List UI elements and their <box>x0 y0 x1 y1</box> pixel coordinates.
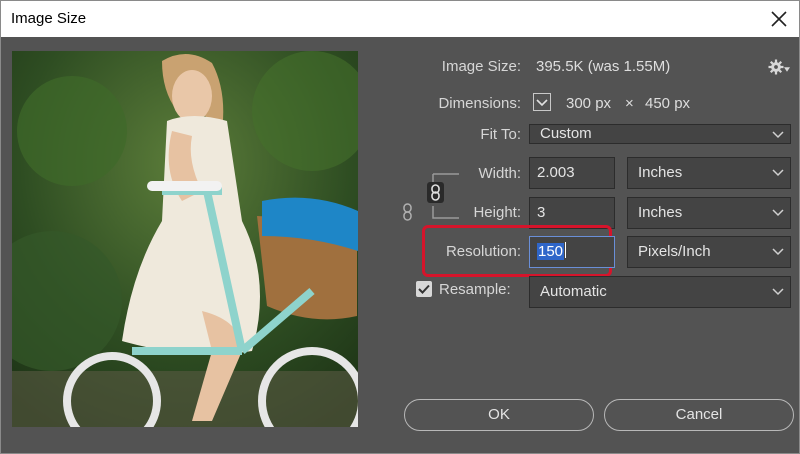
chain-link-icon <box>431 184 440 201</box>
close-icon <box>771 11 787 27</box>
chevron-down-icon <box>772 248 784 256</box>
link-icon <box>403 203 412 221</box>
chevron-down-icon <box>772 209 784 217</box>
dimensions-units-toggle[interactable] <box>533 93 551 111</box>
chevron-down-icon <box>536 99 548 107</box>
ok-button[interactable]: OK <box>404 399 594 431</box>
width-unit-select[interactable]: Inches <box>627 157 791 189</box>
resolution-unit-value: Pixels/Inch <box>638 243 711 260</box>
image-preview[interactable] <box>12 51 358 427</box>
dimensions-height: 450 px <box>645 95 691 112</box>
image-size-value: 395.5K (was 1.55M) <box>536 58 671 75</box>
image-size-dialog: Image Size Image Size: 395.5K (was 1.55M… <box>0 0 800 454</box>
height-unit-value: Inches <box>638 204 683 221</box>
checkmark-icon <box>418 284 430 294</box>
fit-to-label: Fit To: <box>480 126 521 143</box>
image-size-label: Image Size: <box>441 58 521 75</box>
dialog-title: Image Size <box>11 10 87 27</box>
resample-label: Resample: <box>439 281 511 298</box>
dropdown-caret-icon <box>784 67 790 72</box>
settings-gear-button[interactable] <box>767 58 790 76</box>
cancel-button[interactable]: Cancel <box>604 399 794 431</box>
preview-photo <box>12 51 358 427</box>
resolution-input[interactable]: 150 <box>529 236 615 268</box>
gear-icon <box>768 59 784 75</box>
width-input[interactable]: 2.003 <box>529 157 615 189</box>
close-button[interactable] <box>767 7 791 31</box>
dimensions-times: × <box>625 95 634 112</box>
width-unit-value: Inches <box>638 164 683 181</box>
width-value: 2.003 <box>537 164 575 181</box>
height-unit-select[interactable]: Inches <box>627 197 791 229</box>
resolution-label: Resolution: <box>445 243 521 260</box>
width-label: Width: <box>478 165 521 182</box>
height-label: Height: <box>473 204 521 221</box>
constrain-proportions-button[interactable] <box>427 182 444 203</box>
resample-checkbox[interactable] <box>416 281 432 297</box>
resample-method-value: Automatic <box>540 283 607 300</box>
chevron-down-icon <box>772 288 784 296</box>
fit-to-select[interactable]: Custom <box>529 124 791 144</box>
text-caret <box>565 242 567 258</box>
height-value: 3 <box>537 204 546 221</box>
link-scale-styles-button[interactable] <box>401 202 415 222</box>
dimensions-label: Dimensions: <box>438 95 521 112</box>
dimensions-width: 300 px <box>566 95 612 112</box>
chevron-down-icon <box>772 131 784 139</box>
chevron-down-icon <box>772 169 784 177</box>
resolution-value: 150 <box>537 243 565 260</box>
resample-method-select[interactable]: Automatic <box>529 276 791 308</box>
fit-to-value: Custom <box>540 125 592 142</box>
resolution-unit-select[interactable]: Pixels/Inch <box>627 236 791 268</box>
title-bar: Image Size <box>1 1 799 37</box>
